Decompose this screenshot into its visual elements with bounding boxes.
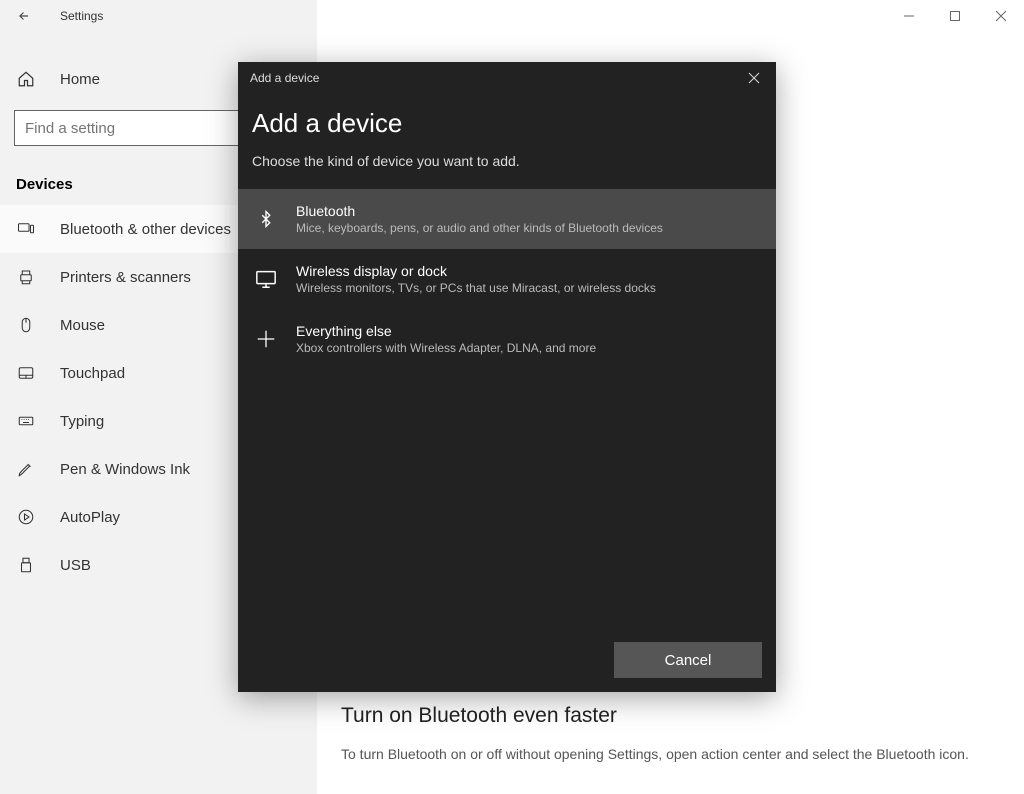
sidebar-item-label: Printers & scanners	[60, 269, 191, 286]
sidebar-item-label: USB	[60, 557, 91, 574]
plus-icon	[252, 325, 280, 353]
option-title: Wireless display or dock	[296, 263, 656, 279]
titlebar: Settings	[0, 0, 317, 32]
sidebar-item-label: Mouse	[60, 317, 105, 334]
autoplay-icon	[16, 508, 36, 526]
dialog-title: Add a device	[252, 108, 762, 139]
option-title: Everything else	[296, 323, 596, 339]
content-subtitle: Turn on Bluetooth even faster	[341, 704, 1024, 728]
sidebar-item-label: Pen & Windows Ink	[60, 461, 190, 478]
keyboard-icon	[16, 412, 36, 430]
sidebar-item-label: Touchpad	[60, 365, 125, 382]
option-desc: Mice, keyboards, pens, or audio and othe…	[296, 221, 663, 235]
home-icon	[16, 70, 36, 88]
dialog-titlebar: Add a device	[238, 62, 776, 94]
dialog-subtitle: Choose the kind of device you want to ad…	[252, 153, 762, 169]
usb-icon	[16, 556, 36, 574]
dialog-close-button[interactable]	[732, 62, 776, 94]
devices-icon	[16, 220, 36, 238]
sidebar-item-label: Typing	[60, 413, 104, 430]
window-title: Settings	[60, 9, 103, 23]
back-button[interactable]	[14, 9, 34, 23]
content-text: To turn Bluetooth on or off without open…	[341, 744, 981, 765]
minimize-button[interactable]	[886, 0, 932, 32]
option-title: Bluetooth	[296, 203, 663, 219]
mouse-icon	[16, 316, 36, 334]
pen-icon	[16, 460, 36, 478]
bluetooth-icon	[252, 205, 280, 233]
add-device-dialog: Add a device Add a device Choose the kin…	[238, 62, 776, 692]
device-option-wireless[interactable]: Wireless display or dock Wireless monito…	[238, 249, 776, 309]
sidebar-item-label: Bluetooth & other devices	[60, 221, 231, 238]
monitor-icon	[252, 265, 280, 293]
option-desc: Xbox controllers with Wireless Adapter, …	[296, 341, 596, 355]
device-option-list: Bluetooth Mice, keyboards, pens, or audi…	[238, 189, 776, 369]
printer-icon	[16, 268, 36, 286]
close-button[interactable]	[978, 0, 1024, 32]
dialog-chrome-title: Add a device	[250, 71, 319, 85]
sidebar-item-label: AutoPlay	[60, 509, 120, 526]
option-desc: Wireless monitors, TVs, or PCs that use …	[296, 281, 656, 295]
window-controls	[886, 0, 1024, 32]
home-label: Home	[60, 71, 100, 88]
device-option-everything[interactable]: Everything else Xbox controllers with Wi…	[238, 309, 776, 369]
cancel-button[interactable]: Cancel	[614, 642, 762, 678]
maximize-button[interactable]	[932, 0, 978, 32]
device-option-bluetooth[interactable]: Bluetooth Mice, keyboards, pens, or audi…	[238, 189, 776, 249]
touchpad-icon	[16, 364, 36, 382]
